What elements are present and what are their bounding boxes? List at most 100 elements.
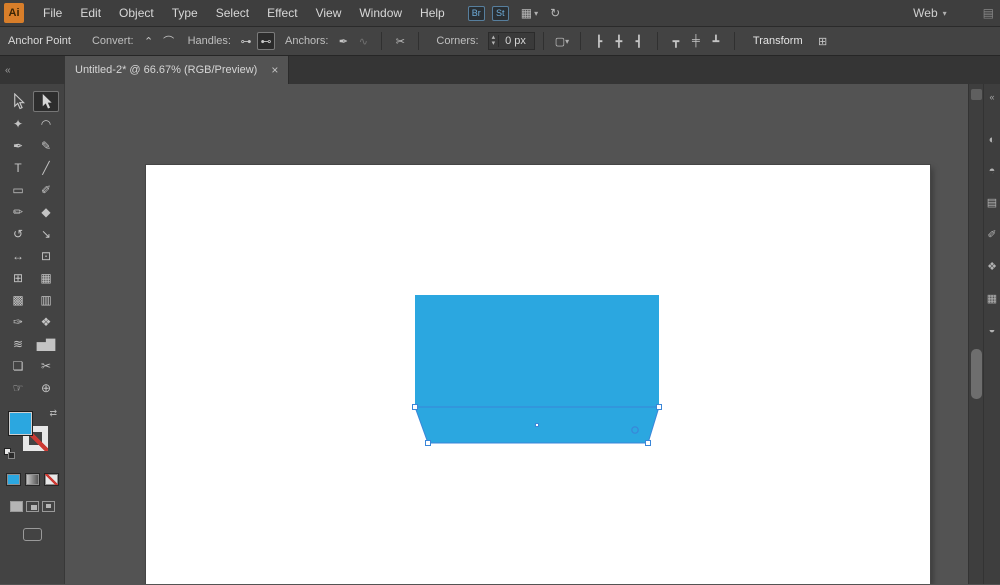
- tool-paintbrush[interactable]: ✐: [33, 179, 59, 200]
- select-similar-button[interactable]: ▢ ▾: [553, 32, 571, 50]
- panel-expand-chevron[interactable]: «: [989, 92, 994, 102]
- menu-window[interactable]: Window: [350, 0, 411, 26]
- menu-edit[interactable]: Edit: [71, 0, 110, 26]
- divider: [381, 32, 383, 50]
- align-left-button[interactable]: ┣: [590, 32, 608, 50]
- tool-width[interactable]: ↔: [5, 245, 31, 266]
- close-tab-icon[interactable]: ×: [271, 63, 278, 77]
- remove-anchor-button[interactable]: ✒: [334, 32, 352, 50]
- sync-icon[interactable]: ↻: [550, 6, 560, 20]
- chevron-down-icon: ▾: [534, 8, 539, 18]
- align-right-button[interactable]: ┫: [630, 32, 648, 50]
- color-guide-panel-icon[interactable]: ◓: [989, 165, 996, 177]
- menu-select[interactable]: Select: [207, 0, 258, 26]
- screen-mode-button[interactable]: [22, 528, 42, 541]
- illustrator-logo[interactable]: Ai: [4, 3, 24, 23]
- tool-blend[interactable]: ❖: [33, 311, 59, 332]
- tool-shape-builder[interactable]: ⊞: [5, 267, 31, 288]
- tool-magic-wand[interactable]: ✦: [5, 113, 31, 134]
- align-center-button[interactable]: ╋: [610, 32, 628, 50]
- tool-lasso[interactable]: ◠: [33, 113, 59, 134]
- tool-zoom[interactable]: ⊕: [33, 377, 59, 398]
- tool-rectangle[interactable]: ▭: [5, 179, 31, 200]
- corners-value[interactable]: 0 px: [499, 35, 534, 47]
- transform-options-button[interactable]: ⊞: [814, 32, 832, 50]
- transform-link[interactable]: Transform: [753, 35, 803, 47]
- stepper-down-icon[interactable]: ▾: [492, 40, 496, 47]
- tool-gradient[interactable]: ▥: [33, 289, 59, 310]
- layers-panel-icon[interactable]: ◒: [989, 324, 996, 336]
- swatches-panel-icon[interactable]: ▤: [987, 196, 997, 209]
- menu-view[interactable]: View: [307, 0, 351, 26]
- menu-type[interactable]: Type: [163, 0, 207, 26]
- tool-hand[interactable]: ☞: [5, 377, 31, 398]
- align-middle-button[interactable]: ╪: [687, 32, 705, 50]
- bridge-icon[interactable]: Br: [467, 5, 485, 21]
- corners-stepper[interactable]: ▴ ▾ 0 px: [487, 32, 535, 50]
- toolbar-collapse-chevron[interactable]: «: [0, 56, 65, 84]
- menu-effect[interactable]: Effect: [258, 0, 306, 26]
- default-fill-stroke-icon[interactable]: [4, 448, 15, 459]
- brushes-panel-icon[interactable]: ✐: [987, 228, 996, 241]
- swap-fill-stroke-icon[interactable]: ⇄: [49, 408, 57, 419]
- center-point[interactable]: [535, 423, 539, 427]
- tool-direct-selection[interactable]: [33, 91, 59, 112]
- stepper-arrows[interactable]: ▴ ▾: [489, 34, 500, 47]
- tool-rotate[interactable]: ↺: [5, 223, 31, 244]
- blue-rectangle-shape[interactable]: [415, 295, 659, 407]
- anchor-point-top-right[interactable]: [656, 404, 662, 410]
- menu-object[interactable]: Object: [110, 0, 163, 26]
- align-bottom-button[interactable]: ┻: [707, 32, 725, 50]
- color-panel-icon[interactable]: ◐: [989, 134, 996, 146]
- draw-normal-button[interactable]: [9, 501, 23, 512]
- none-button[interactable]: [43, 473, 59, 486]
- vertical-scrollbar[interactable]: [968, 84, 983, 584]
- tool-pen[interactable]: ✒: [5, 135, 31, 156]
- tool-column-graph[interactable]: ▅▇: [33, 333, 59, 354]
- color-button[interactable]: [5, 473, 21, 486]
- anchor-point-bottom-right[interactable]: [645, 440, 651, 446]
- tool-mesh[interactable]: ▩: [5, 289, 31, 310]
- panel-menu-icon[interactable]: ▤: [983, 6, 994, 20]
- draw-behind-button[interactable]: [25, 501, 39, 512]
- gradient-button[interactable]: [24, 473, 40, 486]
- connect-endpoints-button[interactable]: ∿: [354, 32, 372, 50]
- convert-corner-button[interactable]: ⌃: [140, 32, 158, 50]
- menu-help[interactable]: Help: [411, 0, 454, 26]
- arrange-documents-icon[interactable]: ▦ ▾: [521, 6, 538, 20]
- document-tab[interactable]: Untitled-2* @ 66.67% (RGB/Preview) ×: [65, 56, 290, 84]
- scrollbar-top-button[interactable]: [971, 89, 982, 100]
- fill-swatch[interactable]: [8, 411, 33, 436]
- anchor-point-top-left[interactable]: [412, 404, 418, 410]
- free-transform-icon: ⊡: [40, 248, 52, 263]
- stroke-panel-icon[interactable]: ▦: [987, 292, 997, 305]
- tool-artboard[interactable]: ❏: [5, 355, 31, 376]
- tool-scale[interactable]: ↘: [33, 223, 59, 244]
- canvas[interactable]: [65, 84, 968, 584]
- convert-smooth-button[interactable]: ⌒: [160, 32, 178, 50]
- tool-curvature[interactable]: ✎: [33, 135, 59, 156]
- symbols-panel-icon[interactable]: ❖: [987, 260, 997, 273]
- menu-file[interactable]: File: [34, 0, 71, 26]
- tool-eyedropper[interactable]: ✑: [5, 311, 31, 332]
- handles-free-button[interactable]: ⊷: [256, 32, 275, 50]
- tool-perspective-grid[interactable]: ▦: [33, 267, 59, 288]
- tool-selection[interactable]: [5, 91, 31, 112]
- handles-mirror-button[interactable]: ⊶: [237, 32, 255, 50]
- scrollbar-thumb[interactable]: [971, 349, 982, 399]
- tool-slice[interactable]: ✂: [33, 355, 59, 376]
- divider: [733, 32, 735, 50]
- artboard[interactable]: [146, 165, 930, 584]
- tool-symbol-sprayer[interactable]: ≋: [5, 333, 31, 354]
- stock-icon[interactable]: St: [491, 5, 509, 21]
- draw-inside-button[interactable]: [41, 501, 55, 512]
- anchor-point-bottom-left[interactable]: [425, 440, 431, 446]
- workspace-switcher[interactable]: Web ▾: [913, 6, 946, 20]
- tool-eraser[interactable]: ◆: [33, 201, 59, 222]
- tool-free-transform[interactable]: ⊡: [33, 245, 59, 266]
- cut-path-button[interactable]: ✂: [391, 32, 409, 50]
- tool-type[interactable]: T: [5, 157, 31, 178]
- tool-line-segment[interactable]: ╱: [33, 157, 59, 178]
- align-top-button[interactable]: ┳: [667, 32, 685, 50]
- tool-pencil[interactable]: ✏: [5, 201, 31, 222]
